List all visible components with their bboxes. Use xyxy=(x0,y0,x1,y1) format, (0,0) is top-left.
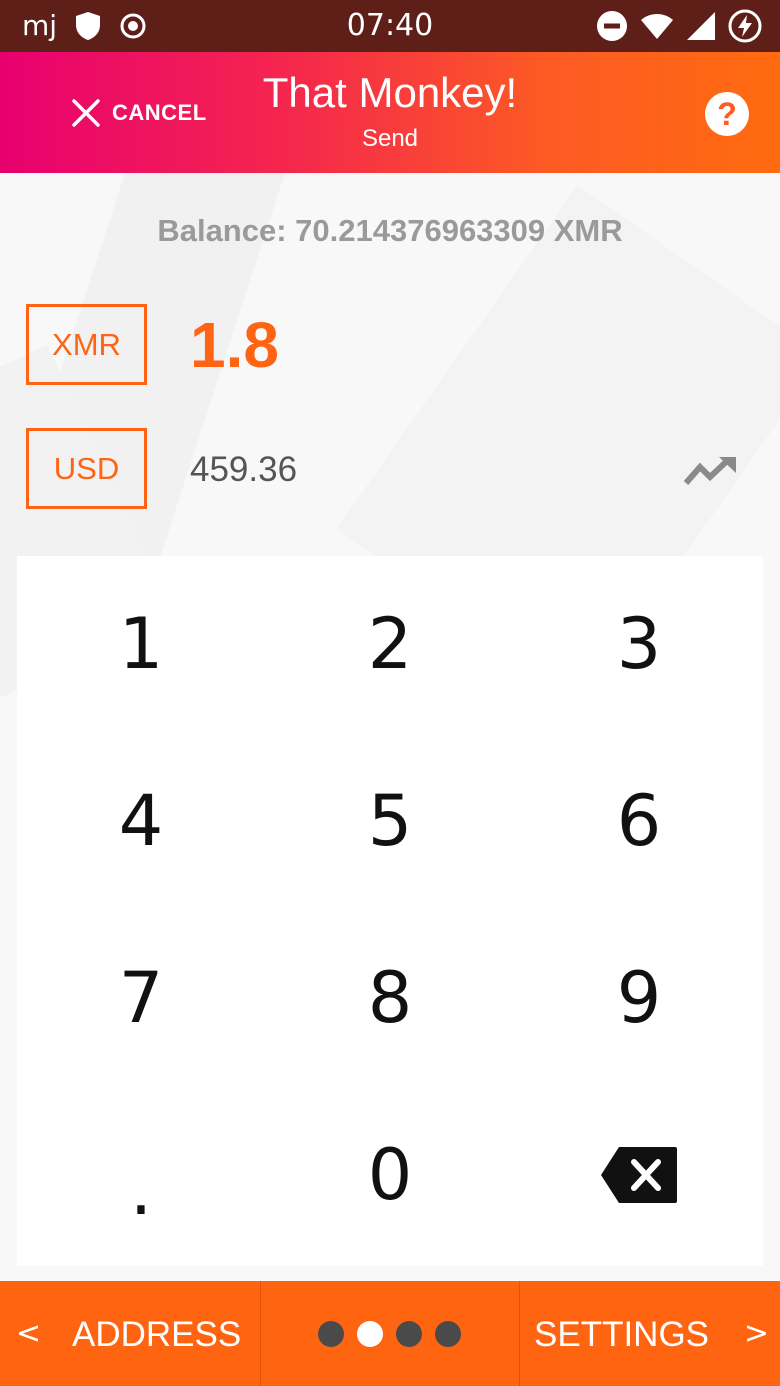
key-backspace[interactable] xyxy=(515,1087,763,1263)
key-9[interactable]: 9 xyxy=(515,910,763,1086)
xmr-currency-button[interactable]: XMR xyxy=(26,304,147,385)
key-5[interactable]: 5 xyxy=(266,733,514,909)
key-0[interactable]: 0 xyxy=(266,1087,514,1263)
signal-icon xyxy=(687,12,715,40)
step-dot-4 xyxy=(435,1321,461,1347)
footer-divider xyxy=(260,1281,261,1386)
backspace-icon xyxy=(601,1147,677,1203)
wifi-icon xyxy=(641,14,673,39)
next-step-button[interactable]: SETTINGS > xyxy=(520,1281,780,1386)
usd-amount-display: 459.36 xyxy=(190,450,298,489)
key-4[interactable]: 4 xyxy=(17,733,265,909)
key-6[interactable]: 6 xyxy=(515,733,763,909)
key-decimal[interactable]: . xyxy=(17,1087,265,1263)
prev-step-label: ADDRESS xyxy=(72,1315,242,1354)
prev-step-button[interactable]: < ADDRESS xyxy=(0,1281,260,1386)
chevron-left-icon: < xyxy=(16,1316,42,1351)
key-2[interactable]: 2 xyxy=(266,556,514,732)
step-dot-1 xyxy=(318,1321,344,1347)
key-3[interactable]: 3 xyxy=(515,556,763,732)
key-7[interactable]: 7 xyxy=(17,910,265,1086)
next-step-label: SETTINGS xyxy=(534,1315,710,1354)
usd-currency-button[interactable]: USD xyxy=(26,428,147,509)
do-not-disturb-icon xyxy=(597,11,627,41)
chevron-right-icon: > xyxy=(744,1316,770,1351)
balance-text: Balance: 70.214376963309 XMR xyxy=(157,213,623,248)
step-dot-2 xyxy=(357,1321,383,1347)
status-bar: mj 07:40 xyxy=(0,0,780,52)
key-1[interactable]: 1 xyxy=(17,556,265,732)
step-indicator xyxy=(318,1321,461,1347)
wizard-footer: < ADDRESS SETTINGS > xyxy=(0,1281,780,1386)
app-header: CANCEL That Monkey! Send ? xyxy=(0,52,780,173)
battery-charging-icon xyxy=(728,9,762,43)
page-subtitle: Send xyxy=(361,125,419,152)
numeric-keypad: 1 2 3 4 5 6 7 8 9 . 0 xyxy=(17,556,763,1266)
key-8[interactable]: 8 xyxy=(266,910,514,1086)
page-title: That Monkey! xyxy=(262,69,518,116)
status-bar-right xyxy=(596,8,762,44)
send-amount-panel: Balance: 70.214376963309 XMR XMR 1.8 USD… xyxy=(0,173,780,1281)
help-icon[interactable]: ? xyxy=(705,92,749,136)
trending-up-icon[interactable] xyxy=(683,453,739,489)
xmr-amount-display: 1.8 xyxy=(190,309,279,381)
step-dot-3 xyxy=(396,1321,422,1347)
